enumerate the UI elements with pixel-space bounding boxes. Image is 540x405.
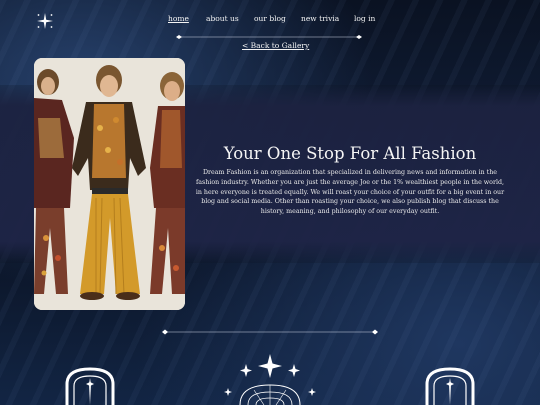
main-nav: home about us our blog new trivia log in: [160, 14, 380, 30]
arch-frame-icon: [425, 367, 475, 405]
sparkle-logo-icon[interactable]: [36, 12, 54, 30]
hero-description: Dream Fashion is an organization that sp…: [195, 169, 505, 216]
sparkle-sunburst-icon: [224, 354, 316, 405]
back-to-gallery-link[interactable]: < Back to Gallery: [242, 41, 309, 50]
nav-item-log-in[interactable]: log in: [354, 14, 375, 23]
nav-item-new-trivia[interactable]: new trivia: [301, 14, 339, 23]
nav-divider: [176, 35, 362, 39]
hero-photo: [34, 58, 185, 310]
nav-item-home[interactable]: home: [168, 14, 189, 23]
nav-item-about-us[interactable]: about us: [206, 14, 239, 23]
hero-title: Your One Stop For All Fashion: [223, 144, 477, 163]
nav-item-our-blog[interactable]: our blog: [254, 14, 286, 23]
fashion-models-illustration: [34, 58, 185, 310]
arch-frame-icon: [65, 367, 115, 405]
section-divider: [162, 329, 378, 335]
